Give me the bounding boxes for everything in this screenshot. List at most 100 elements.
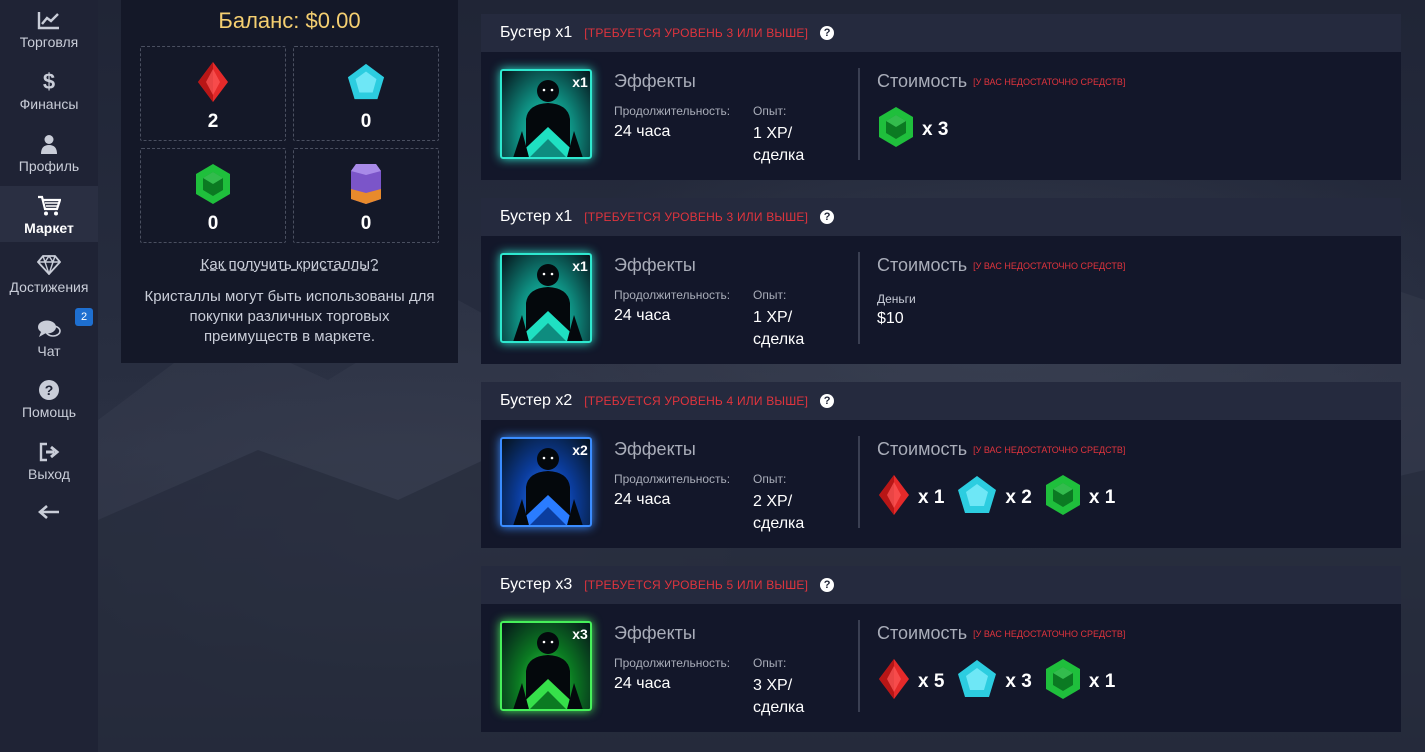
help-icon[interactable]: ? xyxy=(820,26,835,40)
cost-multiplier: x 1 xyxy=(918,486,945,508)
green-crystal-icon xyxy=(877,106,915,153)
duration-label: Продолжительность: xyxy=(614,104,731,118)
sign-out-icon xyxy=(38,438,60,466)
help-icon[interactable]: ? xyxy=(820,394,835,408)
sidebar: Торговля $ Финансы Профиль Маркет Достиж… xyxy=(0,0,98,752)
crystal-count: 0 xyxy=(360,213,372,234)
booster-image[interactable]: x1 xyxy=(500,69,592,159)
how-to-get-crystals-link[interactable]: Как получить кристаллы? xyxy=(121,256,458,273)
silhouette-icon: x3 xyxy=(513,626,588,709)
chart-line-icon xyxy=(37,6,61,34)
cost-item: x 1 xyxy=(877,474,944,521)
cost-label: Стоимость xyxy=(877,71,968,91)
cost-multiplier: x 1 xyxy=(1088,670,1116,692)
silhouette-icon: x1 xyxy=(513,74,588,157)
divider xyxy=(858,620,860,712)
xp-value: 1 XP/ сделка xyxy=(753,125,805,164)
xp-label: Опыт: xyxy=(753,472,787,486)
sidebar-item-chat[interactable]: Чат 2 xyxy=(0,308,98,373)
red-crystal-icon xyxy=(877,658,911,705)
booster-image[interactable]: x3 xyxy=(500,621,592,711)
xp-label: Опыт: xyxy=(753,104,787,118)
booster-image[interactable]: x2 xyxy=(500,437,592,527)
crystals-description: Кристаллы могут быть использованы для по… xyxy=(144,288,435,345)
cyan-crystal-icon xyxy=(346,61,386,103)
purple-crystal-icon xyxy=(346,163,386,205)
booster-card[interactable]: Бустер x1 [ТРЕБУЕТСЯ УРОВЕНЬ 3 ИЛИ ВЫШЕ]… xyxy=(481,198,1401,364)
cost-title: Стоимость [У ВАС НЕДОСТАТОЧНО СРЕДСТВ] xyxy=(877,623,1125,644)
cost-crystals: x 5 x 3 x 1 xyxy=(877,658,1127,705)
duration-label: Продолжительность: xyxy=(614,472,731,486)
crystal-count: 0 xyxy=(360,111,372,132)
green-crystal-icon xyxy=(193,163,233,205)
sidebar-item-help[interactable]: ? Помощь xyxy=(0,376,98,434)
cart-icon xyxy=(37,192,61,220)
duration-value: 24 часа xyxy=(614,123,671,140)
sidebar-item-label: Чат xyxy=(37,343,61,359)
balance-panel: Баланс: $0.00 2 0 0 0 Как получить крист… xyxy=(121,0,458,363)
sidebar-item-label: Маркет xyxy=(24,220,74,236)
cost-label: Стоимость xyxy=(877,623,968,643)
booster-body: x2 Эффекты Продолжительность: 24 часа Оп… xyxy=(481,420,1401,548)
level-requirement: [ТРЕБУЕТСЯ УРОВЕНЬ 4 ИЛИ ВЫШЕ] xyxy=(584,394,809,408)
effects-title: Эффекты xyxy=(614,439,696,459)
cyan-crystal-icon xyxy=(956,475,998,520)
green-crystal-icon xyxy=(1044,474,1082,521)
booster-card[interactable]: Бустер x3 [ТРЕБУЕТСЯ УРОВЕНЬ 5 ИЛИ ВЫШЕ]… xyxy=(481,566,1401,732)
booster-card[interactable]: Бустер x1 [ТРЕБУЕТСЯ УРОВЕНЬ 3 ИЛИ ВЫШЕ]… xyxy=(481,14,1401,180)
duration-value: 24 часа xyxy=(614,491,671,508)
help-icon[interactable]: ? xyxy=(820,578,835,592)
sidebar-item-profile[interactable]: Профиль xyxy=(0,130,98,188)
sidebar-item-market[interactable]: Маркет xyxy=(0,186,98,242)
booster-multiplier-badge: x2 xyxy=(572,442,588,458)
silhouette-icon: x2 xyxy=(513,442,588,525)
money-label: Деньги xyxy=(877,292,916,306)
booster-header: Бустер x2 [ТРЕБУЕТСЯ УРОВЕНЬ 4 ИЛИ ВЫШЕ]… xyxy=(481,382,1401,420)
cost-item: x 2 xyxy=(956,475,1032,520)
sidebar-item-logout[interactable]: Выход xyxy=(0,438,98,496)
money-price: $10 xyxy=(877,310,904,327)
cost-item: x 5 xyxy=(877,658,944,705)
help-icon[interactable]: ? xyxy=(820,210,835,224)
divider xyxy=(858,252,860,344)
booster-body: x3 Эффекты Продолжительность: 24 часа Оп… xyxy=(481,604,1401,732)
sidebar-item-achievements[interactable]: Достижения xyxy=(0,251,98,309)
booster-card[interactable]: Бустер x2 [ТРЕБУЕТСЯ УРОВЕНЬ 4 ИЛИ ВЫШЕ]… xyxy=(481,382,1401,548)
booster-title: Бустер x1 xyxy=(500,24,573,41)
divider xyxy=(858,68,860,160)
sidebar-item-label: Выход xyxy=(28,466,70,482)
xp-value: 1 XP/ сделка xyxy=(753,309,805,348)
insufficient-funds-warning: [У ВАС НЕДОСТАТОЧНО СРЕДСТВ] xyxy=(973,77,1126,88)
arrow-left-icon[interactable] xyxy=(37,500,61,524)
duration-label: Продолжительность: xyxy=(614,288,731,302)
booster-title: Бустер x2 xyxy=(500,392,573,409)
chat-unread-badge: 2 xyxy=(75,308,93,326)
crystal-count: 2 xyxy=(207,111,219,132)
cost-multiplier: x 3 xyxy=(922,118,949,140)
cost-item: x 1 xyxy=(1044,658,1115,705)
crystal-box-red: 2 xyxy=(140,46,286,141)
crystal-count: 0 xyxy=(207,213,219,234)
booster-image[interactable]: x1 xyxy=(500,253,592,343)
insufficient-funds-warning: [У ВАС НЕДОСТАТОЧНО СРЕДСТВ] xyxy=(973,261,1126,272)
duration-value: 24 часа xyxy=(614,675,671,692)
cost-multiplier: x 5 xyxy=(918,670,945,692)
booster-header: Бустер x1 [ТРЕБУЕТСЯ УРОВЕНЬ 3 ИЛИ ВЫШЕ]… xyxy=(481,198,1401,236)
booster-body: x1 Эффекты Продолжительность: 24 часа Оп… xyxy=(481,236,1401,364)
cost-title: Стоимость [У ВАС НЕДОСТАТОЧНО СРЕДСТВ] xyxy=(877,71,1125,92)
silhouette-icon: x1 xyxy=(513,258,588,341)
insufficient-funds-warning: [У ВАС НЕДОСТАТОЧНО СРЕДСТВ] xyxy=(973,629,1126,640)
booster-multiplier-badge: x3 xyxy=(572,626,588,642)
cost-crystals: x 1 x 2 x 1 xyxy=(877,474,1127,521)
sidebar-item-finance[interactable]: $ Финансы xyxy=(0,68,98,126)
sidebar-item-trading[interactable]: Торговля xyxy=(0,6,98,64)
cost-item: x 1 xyxy=(1044,474,1115,521)
cost-crystals: x 3 xyxy=(877,106,960,153)
effects-title: Эффекты xyxy=(614,255,696,275)
user-icon xyxy=(40,130,58,158)
red-crystal-icon xyxy=(193,61,233,103)
red-crystal-icon xyxy=(877,474,911,521)
xp-value: 3 XP/ сделка xyxy=(753,677,805,716)
booster-title: Бустер x1 xyxy=(500,208,573,225)
sidebar-item-label: Торговля xyxy=(19,34,79,50)
